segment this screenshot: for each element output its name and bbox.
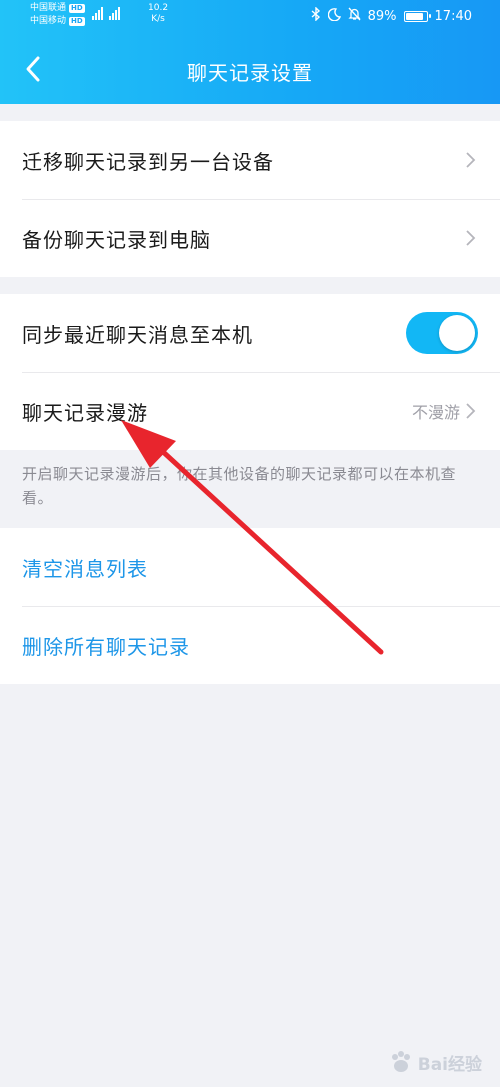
roaming-label: 聊天记录漫游 — [22, 400, 148, 425]
status-bar: 中国联通 HD 中国移动 HD 10.2 K/s 89% 17:40 — [0, 0, 500, 34]
migrate-backup-group: 迁移聊天记录到另一台设备 备份聊天记录到电脑 — [0, 121, 500, 277]
page-title: 聊天记录设置 — [187, 61, 313, 85]
header-bar: 中国联通 HD 中国移动 HD 10.2 K/s 89% 17:40 聊天记录设… — [0, 0, 500, 104]
mute-bell-icon — [348, 7, 361, 25]
carrier-2: 中国移动 — [30, 16, 67, 26]
sync-roam-group: 同步最近聊天消息至本机 聊天记录漫游 不漫游 — [0, 294, 500, 450]
battery-percent: 89% — [367, 8, 397, 24]
status-right: 89% 17:40 — [311, 6, 472, 25]
hd-badge: HD — [69, 17, 85, 26]
toggle-knob — [439, 315, 475, 351]
sync-recent-item: 同步最近聊天消息至本机 — [0, 294, 500, 372]
backup-to-pc-item[interactable]: 备份聊天记录到电脑 — [0, 199, 500, 277]
chevron-right-icon — [466, 403, 476, 419]
battery-icon — [403, 10, 431, 22]
sync-recent-label: 同步最近聊天消息至本机 — [22, 322, 253, 347]
migrate-records-label: 迁移聊天记录到另一台设备 — [22, 149, 274, 174]
delete-all-records-item[interactable]: 删除所有聊天记录 — [0, 606, 500, 684]
paw-logo-icon — [391, 1051, 410, 1072]
carrier-1: 中国联通 — [30, 3, 67, 13]
clock: 17:40 — [434, 8, 472, 24]
carrier-info: 中国联通 HD 中国移动 HD — [30, 2, 85, 28]
chevron-right-icon — [466, 230, 476, 246]
clear-message-list-label: 清空消息列表 — [22, 556, 148, 581]
roaming-value: 不漫游 — [411, 403, 460, 422]
bluetooth-icon — [311, 6, 321, 25]
signal-icon — [92, 6, 103, 20]
chevron-right-icon — [466, 152, 476, 168]
signal-indicators — [92, 6, 120, 20]
roaming-hint: 开启聊天记录漫游后，你在其他设备的聊天记录都可以在本机查看。 — [22, 465, 457, 507]
hd-badge: HD — [69, 4, 85, 13]
clear-message-list-item[interactable]: 清空消息列表 — [0, 528, 500, 606]
net-speed: 10.2 K/s — [148, 3, 168, 25]
delete-all-records-label: 删除所有聊天记录 — [22, 634, 190, 659]
backup-to-pc-label: 备份聊天记录到电脑 — [22, 227, 211, 252]
sync-recent-toggle[interactable] — [406, 312, 478, 354]
baidu-watermark: Bai经验 — [388, 1049, 482, 1075]
signal-icon — [109, 6, 120, 20]
net-speed-value: 10.2 — [148, 3, 169, 13]
clear-delete-group: 清空消息列表 删除所有聊天记录 — [0, 528, 500, 684]
net-speed-unit: K/s — [151, 14, 165, 24]
migrate-records-item[interactable]: 迁移聊天记录到另一台设备 — [0, 121, 500, 199]
roaming-item[interactable]: 聊天记录漫游 不漫游 — [0, 372, 500, 450]
watermark-text: Bai经验 — [417, 1054, 482, 1075]
moon-icon — [327, 7, 341, 25]
